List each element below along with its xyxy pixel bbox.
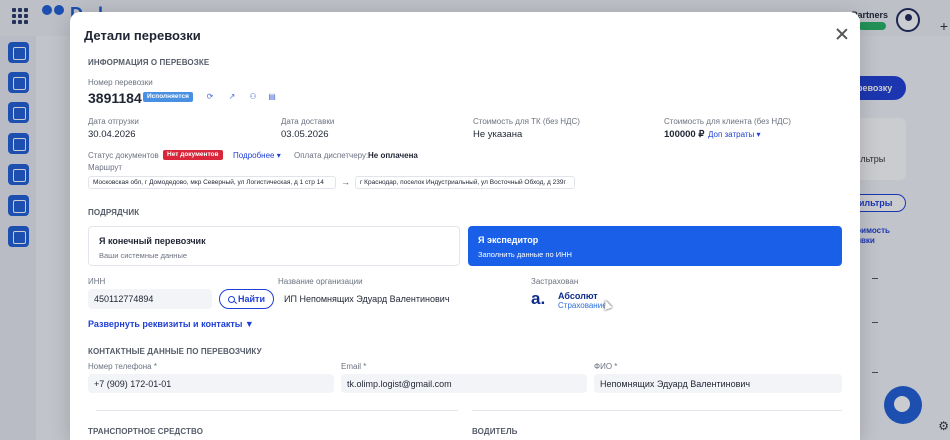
divider — [472, 410, 842, 411]
driver-section-title: ВОДИТЕЛЬ — [472, 427, 518, 436]
modal-title: Детали перевозки — [84, 28, 201, 43]
fio-label: ФИО * — [594, 362, 618, 371]
contractor-section-title: ПОДРЯДЧИК — [88, 208, 140, 217]
final-carrier-subtitle: Ваши системные данные — [99, 251, 188, 260]
delivery-date: 03.05.2026 — [281, 129, 329, 140]
route-to: г Краснодар, поселок Индустриальный, ул … — [355, 176, 575, 189]
carrier-cost: Не указана — [473, 129, 523, 140]
divider — [96, 410, 458, 411]
phone-field[interactable]: +7 (909) 172-01-01 — [88, 374, 334, 393]
find-button[interactable]: Найти — [219, 289, 274, 309]
fio-field[interactable]: Непомнящих Эдуард Валентинович — [594, 374, 842, 393]
delivery-date-label: Дата доставки — [281, 117, 335, 126]
order-number: 3891184 — [88, 90, 142, 106]
more-details-dropdown[interactable]: Подробнее ▾ — [233, 151, 281, 160]
forwarder-title: Я экспедитор — [478, 235, 539, 245]
contacts-section-title: КОНТАКТНЫЕ ДАННЫЕ ПО ПЕРЕВОЗЧИКУ — [88, 347, 262, 356]
insured-label: Застрахован — [531, 277, 579, 286]
forwarder-subtitle: Заполнить данные по ИНН — [478, 250, 572, 259]
route-from: Московская обл, г Домодедово, мкр Северн… — [88, 176, 336, 189]
close-icon[interactable] — [834, 26, 850, 42]
insurer-name-line2: Страхование — [558, 301, 607, 310]
expand-details-link[interactable]: Развернуть реквизиты и контакты ▼ — [88, 319, 254, 329]
inn-input[interactable]: 450112774894 — [88, 289, 212, 309]
client-cost-label: Стоимость для клиента (без НДС) — [664, 117, 791, 126]
org-name-value: ИП Непомнящих Эдуард Валентинович — [284, 294, 450, 304]
external-link-icon[interactable]: ↗ — [228, 93, 236, 101]
document-icon[interactable]: ▤ — [268, 93, 276, 101]
info-section-title: ИНФОРМАЦИЯ О ПЕРЕВОЗКЕ — [88, 58, 210, 67]
shipment-details-modal: Детали перевозки ИНФОРМАЦИЯ О ПЕРЕВОЗКЕ … — [70, 12, 860, 440]
docs-status-label: Статус документов — [88, 151, 159, 160]
extra-costs-dropdown[interactable]: Доп затраты ▾ — [708, 130, 761, 139]
refresh-icon[interactable]: ⟳ — [206, 93, 214, 101]
forwarder-option[interactable]: Я экспедитор Заполнить данные по ИНН — [468, 226, 842, 266]
email-field[interactable]: tk.olimp.logist@gmail.com — [341, 374, 587, 393]
status-badge: Исполняется — [143, 92, 193, 102]
carrier-cost-label: Стоимость для ТК (без НДС) — [473, 117, 580, 126]
route-arrow-icon: → — [341, 177, 350, 187]
ship-date: 30.04.2026 — [88, 129, 136, 140]
dispatcher-payment-value: Не оплачена — [368, 151, 418, 160]
vehicle-section-title: ТРАНСПОРТНОЕ СРЕДСТВО — [88, 427, 204, 436]
client-cost: 100000 ₽ — [664, 129, 705, 140]
insurer-name-line1: Абсолют — [558, 291, 598, 301]
find-button-label: Найти — [238, 294, 265, 304]
search-icon — [228, 295, 235, 303]
dispatcher-payment-label: Оплата диспетчеру: — [294, 151, 369, 160]
inn-label: ИНН — [88, 277, 106, 286]
ship-date-label: Дата отгрузки — [88, 117, 139, 126]
docs-status-badge: Нет документов — [163, 150, 223, 160]
phone-label: Номер телефона * — [88, 362, 157, 371]
email-label: Email * — [341, 362, 367, 371]
assign-user-icon[interactable]: ⚇ — [249, 93, 257, 101]
final-carrier-option[interactable]: Я конечный перевозчик Ваши системные дан… — [88, 226, 460, 266]
order-number-label: Номер перевозки — [88, 78, 153, 87]
final-carrier-title: Я конечный перевозчик — [99, 236, 206, 246]
route-label: Маршрут — [88, 163, 123, 172]
insurer-logo-icon: a. — [531, 289, 546, 308]
org-name-label: Название организации — [278, 277, 363, 286]
